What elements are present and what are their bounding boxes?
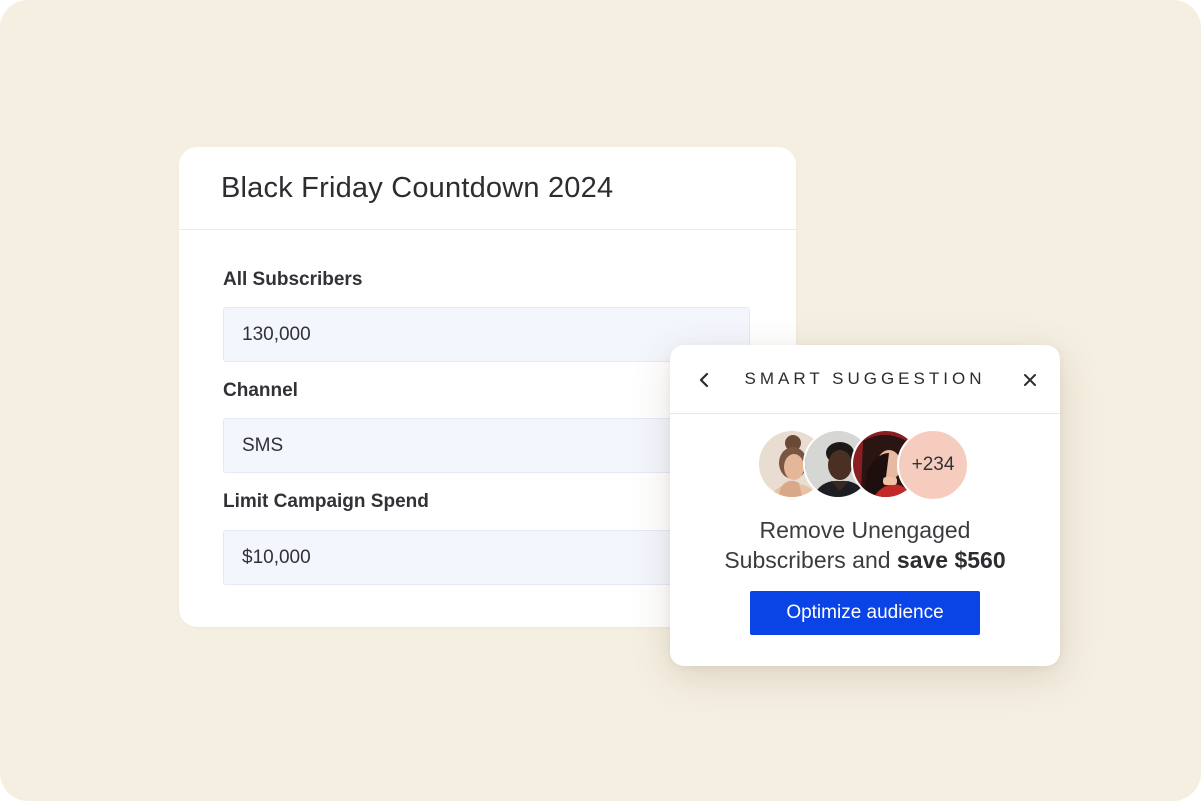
campaign-header: Black Friday Countdown 2024 — [179, 147, 796, 230]
suggestion-message-line2: Subscribers and save $560 — [670, 545, 1060, 575]
suggestion-message-prefix: Subscribers and — [724, 547, 897, 573]
subscriber-avatars: +234 — [757, 429, 977, 501]
channel-label: Channel — [223, 380, 298, 401]
spend-limit-value: $10,000 — [242, 546, 311, 568]
suggestion-title: SMART SUGGESTION — [744, 369, 986, 388]
all-subscribers-label: All Subscribers — [223, 269, 363, 290]
suggestion-header: SMART SUGGESTION — [670, 345, 1060, 414]
close-icon — [1024, 374, 1036, 386]
all-subscribers-value: 130,000 — [242, 323, 311, 345]
channel-value: SMS — [242, 434, 284, 456]
smart-suggestion-popup: SMART SUGGESTION +234 Remove Unengaged S… — [670, 345, 1060, 666]
spend-limit-label: Limit Campaign Spend — [223, 491, 429, 512]
suggestion-message-line1: Remove Unengaged — [759, 517, 971, 543]
optimize-audience-button[interactable]: Optimize audience — [750, 591, 980, 635]
campaign-title: Black Friday Countdown 2024 — [221, 171, 614, 204]
savings-highlight: save $560 — [896, 547, 1006, 573]
suggestion-message: Remove Unengaged Subscribers and save $5… — [670, 515, 1060, 575]
page-background: Black Friday Countdown 2024 All Subscrib… — [0, 0, 1201, 801]
close-button[interactable] — [1017, 367, 1043, 393]
avatar-overflow-count: +234 — [897, 429, 969, 501]
